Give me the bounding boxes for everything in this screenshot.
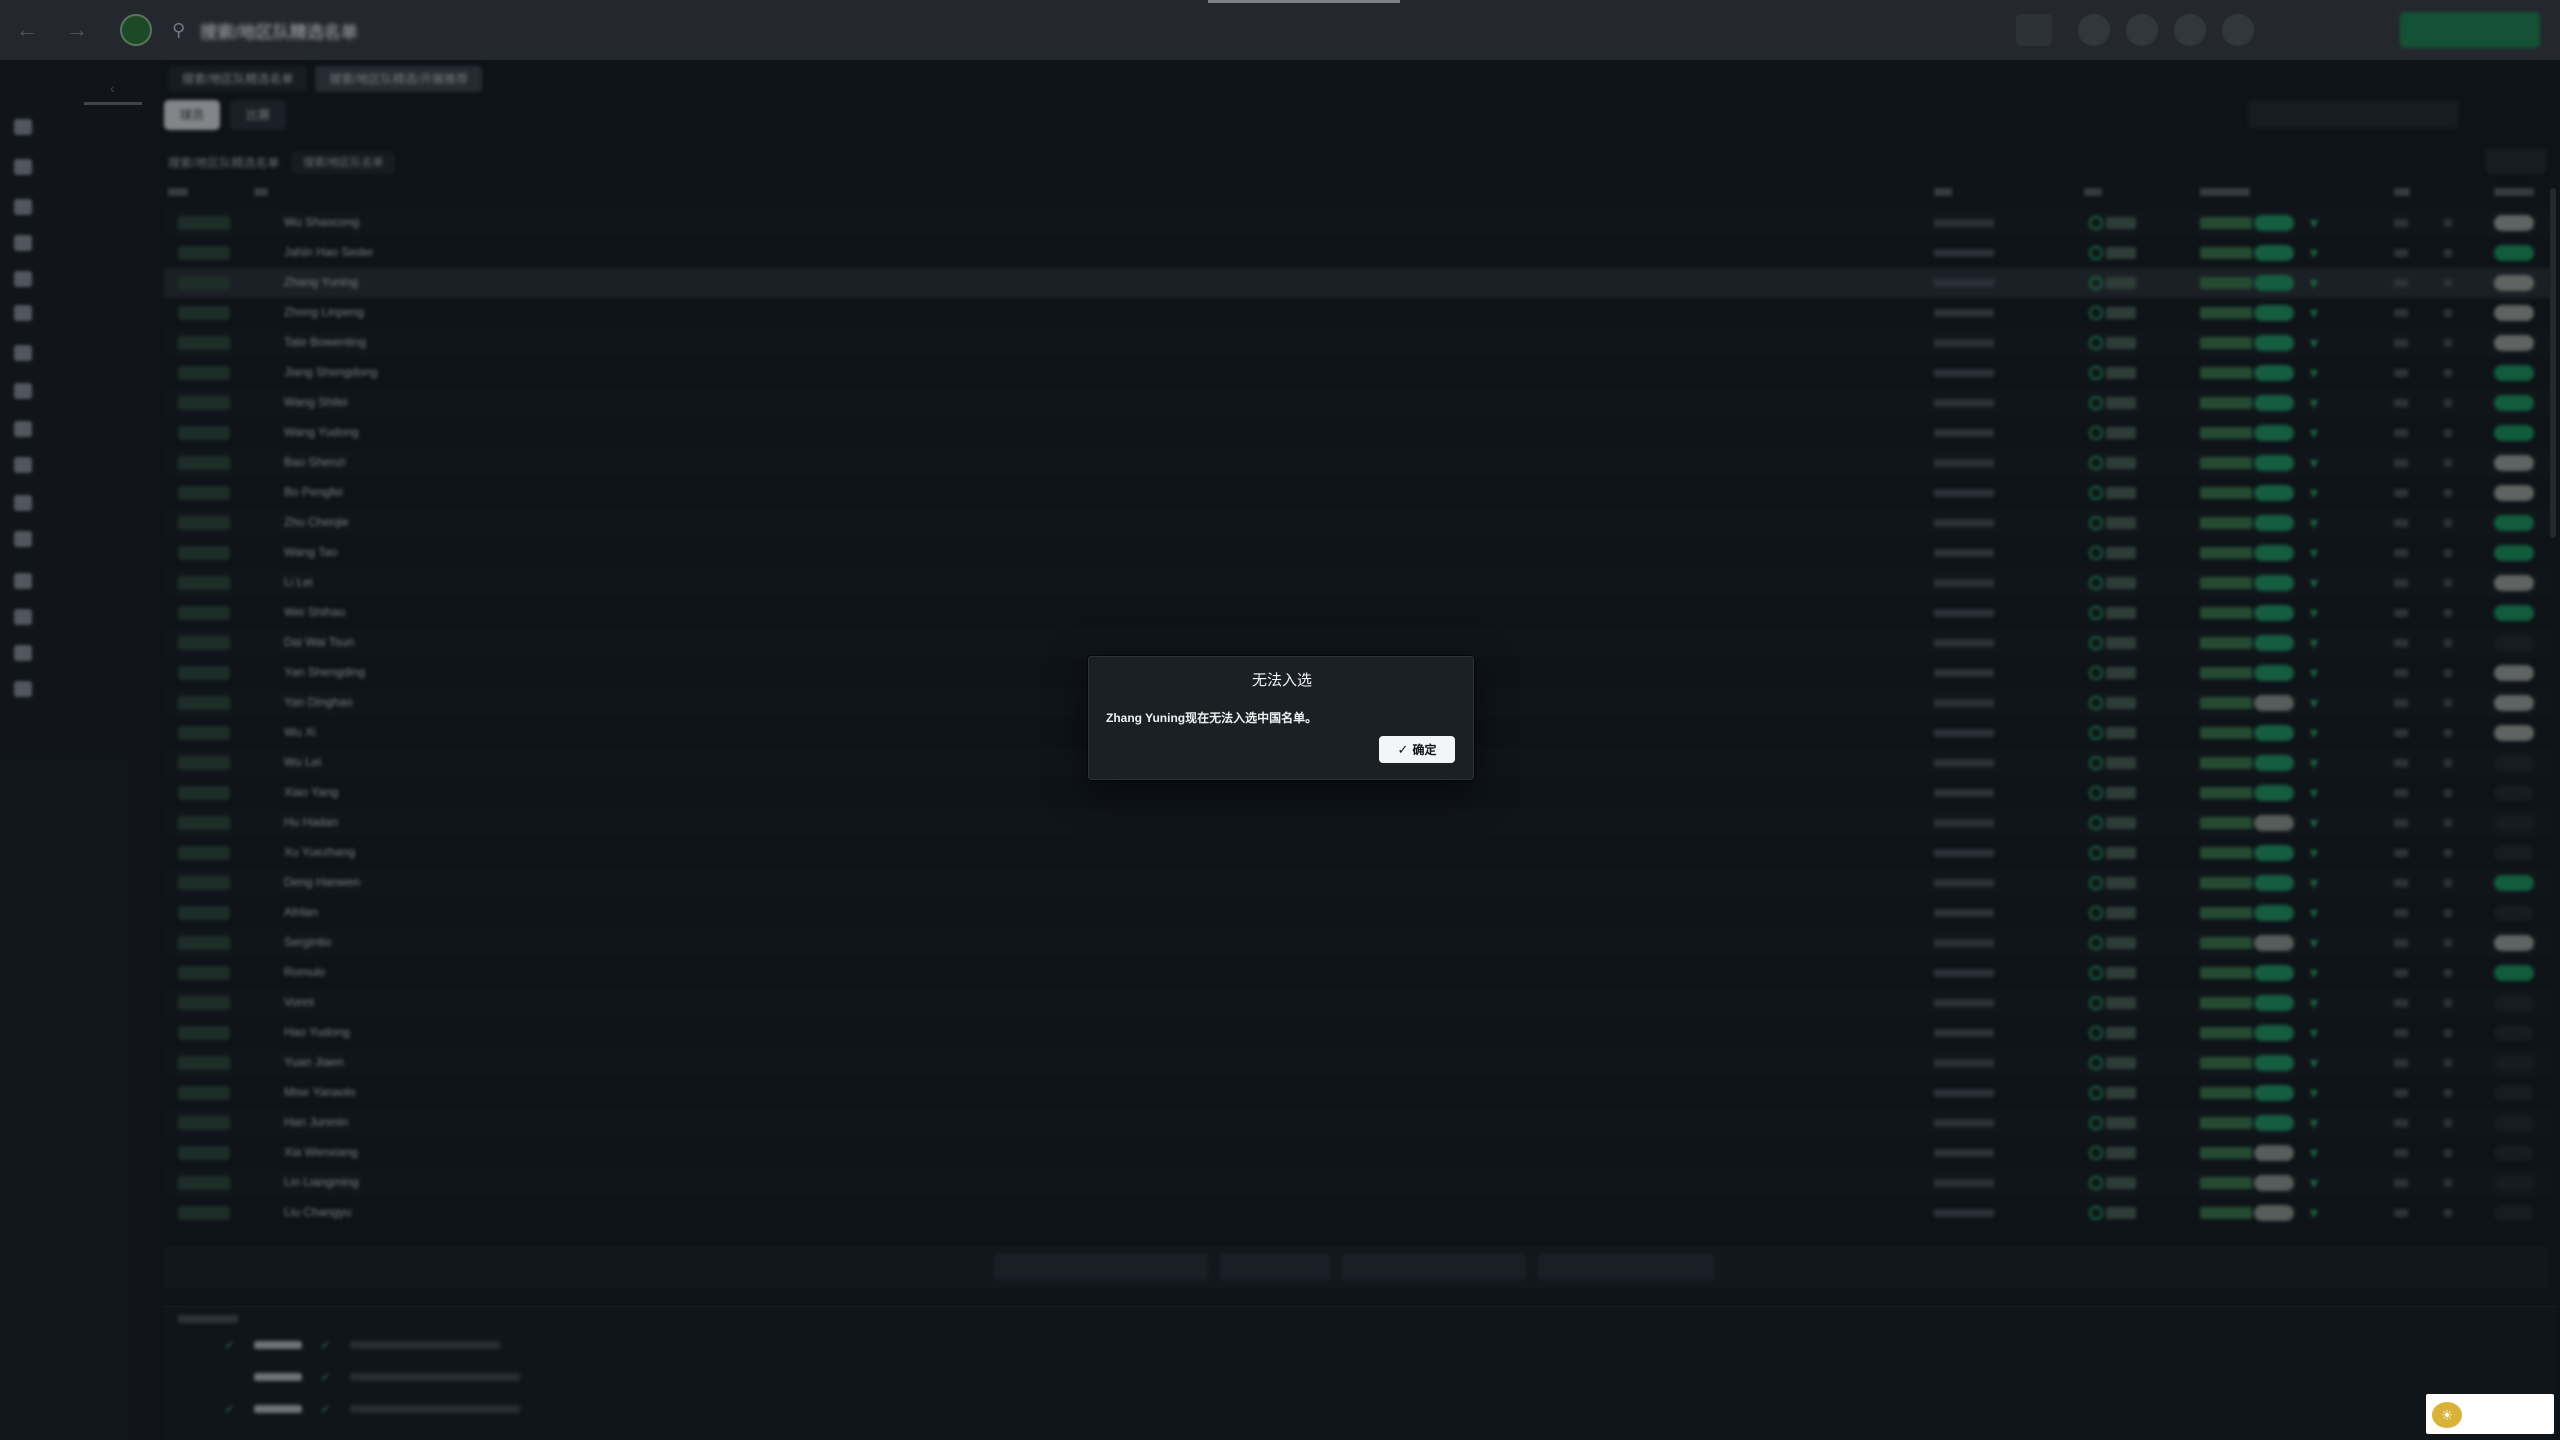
check-icon: ✓	[1397, 741, 1409, 757]
dialog-title: 无法入选	[1251, 672, 1312, 689]
ok-button-label: 确定	[1412, 743, 1437, 757]
dialog-message: Zhang Yuning现在无法入选中国名单。	[1106, 711, 1318, 725]
ok-button[interactable]: ✓ 确定	[1379, 736, 1455, 763]
ineligible-dialog: 无法入选 Zhang Yuning现在无法入选中国名单。 ✓ 确定	[1088, 656, 1474, 780]
app-window: ← → ⚲ 搜索/地区队精选名单 ‹ 搜索/地区队精选名单 搜索/地区队精选/开…	[0, 0, 2560, 1440]
notification-widget[interactable]: ☀	[2426, 1394, 2554, 1434]
lightbulb-icon: ☀	[2432, 1402, 2462, 1428]
